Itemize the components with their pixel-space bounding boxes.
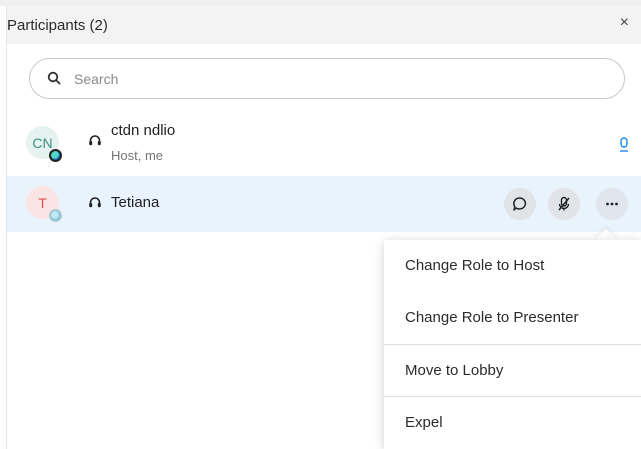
- menu-item-label: Change Role to Host: [405, 257, 545, 274]
- status-badge: [49, 149, 62, 162]
- status-badge: [49, 209, 62, 222]
- participant-name: ctdn ndlio: [111, 122, 176, 139]
- panel-header: Participants (2) ×: [7, 6, 641, 44]
- audio-level-icon: [620, 137, 628, 152]
- menu-item-expel[interactable]: Expel: [384, 396, 641, 449]
- menu-item-change-role-host[interactable]: Change Role to Host: [384, 240, 641, 292]
- avatar: CN: [26, 126, 62, 162]
- menu-item-label: Change Role to Presenter: [405, 309, 579, 326]
- muted-mic-icon: [558, 196, 570, 211]
- participant-name: Tetiana: [111, 194, 160, 211]
- participant-role: Host, me: [111, 148, 164, 163]
- more-icon: [606, 202, 618, 206]
- menu-item-label: Expel: [405, 414, 443, 431]
- close-button[interactable]: ×: [620, 14, 629, 32]
- menu-item-change-role-presenter[interactable]: Change Role to Presenter: [384, 292, 641, 344]
- avatar-initials: T: [38, 194, 47, 211]
- avatar: T: [26, 186, 62, 222]
- chat-icon: [513, 197, 527, 211]
- mute-button[interactable]: [548, 188, 580, 220]
- context-menu: Change Role to Host Change Role to Prese…: [384, 240, 641, 449]
- menu-item-move-to-lobby[interactable]: Move to Lobby: [384, 344, 641, 397]
- headset-icon: [89, 135, 101, 146]
- menu-item-label: Move to Lobby: [405, 362, 504, 379]
- avatar-initials: CN: [32, 134, 53, 151]
- headset-icon: [89, 197, 101, 208]
- participant-row[interactable]: CN ctdn ndlio Host, me: [7, 116, 641, 174]
- more-button[interactable]: [596, 188, 628, 220]
- search-icon: [47, 71, 61, 85]
- panel-title: Participants (2): [7, 16, 108, 34]
- search-input[interactable]: [74, 69, 604, 89]
- chat-button[interactable]: [504, 188, 536, 220]
- search-box[interactable]: [29, 58, 625, 99]
- participant-row[interactable]: T Tetiana: [7, 176, 641, 232]
